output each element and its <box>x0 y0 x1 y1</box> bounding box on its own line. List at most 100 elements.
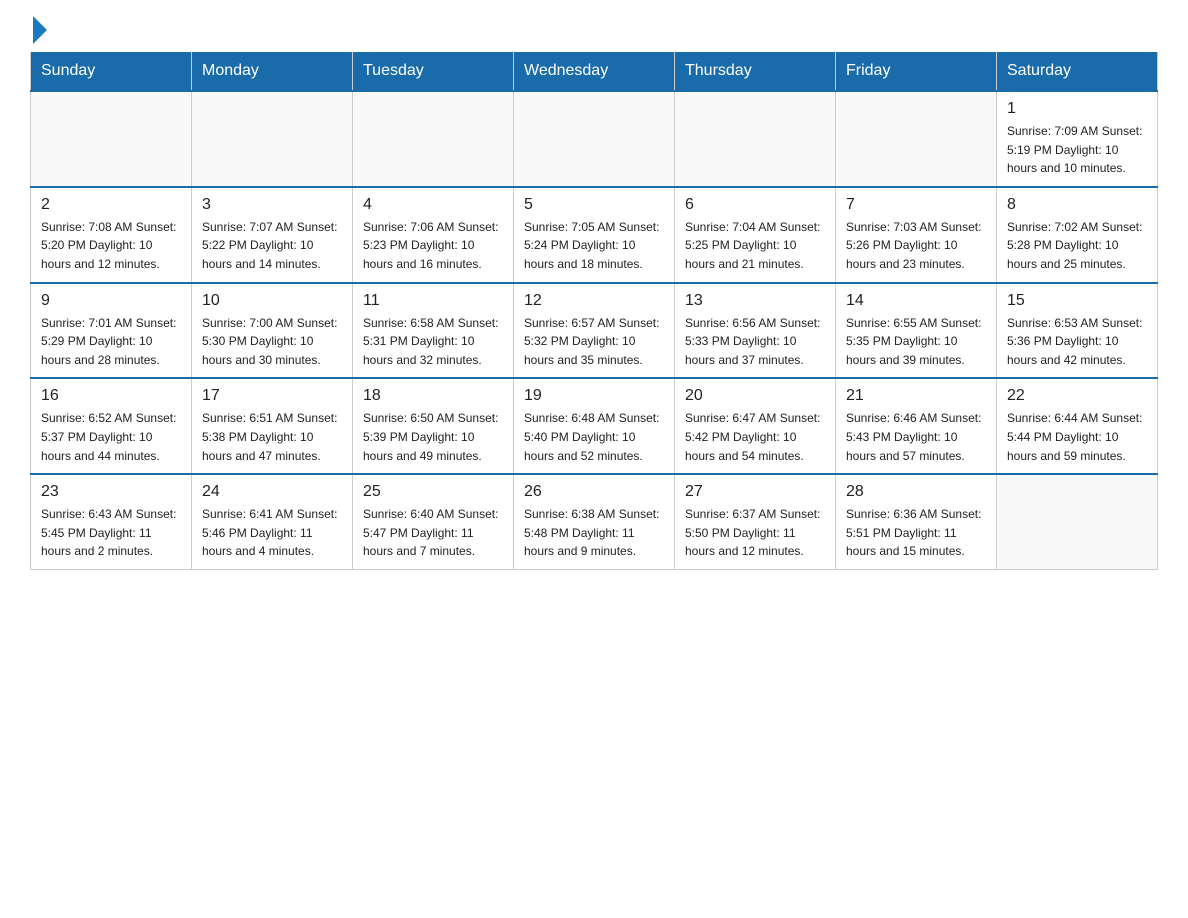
week-row-2: 2 Sunrise: 7:08 AM Sunset: 5:20 PM Daylig… <box>31 187 1158 283</box>
day-info: Sunrise: 7:00 AM Sunset: 5:30 PM Dayligh… <box>202 314 342 370</box>
calendar-cell: 10 Sunrise: 7:00 AM Sunset: 5:30 PM Dayli… <box>192 283 353 379</box>
day-number: 4 <box>363 196 503 214</box>
calendar-table: SundayMondayTuesdayWednesdayThursdayFrid… <box>30 52 1158 570</box>
day-number: 16 <box>41 387 181 405</box>
day-info: Sunrise: 6:46 AM Sunset: 5:43 PM Dayligh… <box>846 409 986 465</box>
calendar-cell: 12 Sunrise: 6:57 AM Sunset: 5:32 PM Dayli… <box>514 283 675 379</box>
calendar-cell: 5Sunrise: 7:05 AM Sunset: 5:24 PM Daylig… <box>514 187 675 283</box>
day-info: Sunrise: 6:47 AM Sunset: 5:42 PM Dayligh… <box>685 409 825 465</box>
calendar-cell <box>353 91 514 187</box>
logo-triangle-icon <box>33 16 47 44</box>
day-info: Sunrise: 6:44 AM Sunset: 5:44 PM Dayligh… <box>1007 409 1147 465</box>
day-info: Sunrise: 7:02 AM Sunset: 5:28 PM Dayligh… <box>1007 218 1147 274</box>
calendar-cell: 16Sunrise: 6:52 AM Sunset: 5:37 PM Dayli… <box>31 378 192 474</box>
weekday-header-thursday: Thursday <box>675 52 836 91</box>
calendar-cell <box>997 474 1158 569</box>
day-number: 12 <box>524 292 664 310</box>
day-number: 7 <box>846 196 986 214</box>
calendar-cell <box>514 91 675 187</box>
weekday-header-wednesday: Wednesday <box>514 52 675 91</box>
calendar-cell: 4 Sunrise: 7:06 AM Sunset: 5:23 PM Daylig… <box>353 187 514 283</box>
day-number: 1 <box>1007 100 1147 118</box>
day-number: 8 <box>1007 196 1147 214</box>
calendar-cell: 25Sunrise: 6:40 AM Sunset: 5:47 PM Dayli… <box>353 474 514 569</box>
day-info: Sunrise: 7:06 AM Sunset: 5:23 PM Dayligh… <box>363 218 503 274</box>
weekday-header-sunday: Sunday <box>31 52 192 91</box>
week-row-3: 9 Sunrise: 7:01 AM Sunset: 5:29 PM Daylig… <box>31 283 1158 379</box>
day-info: Sunrise: 6:55 AM Sunset: 5:35 PM Dayligh… <box>846 314 986 370</box>
calendar-cell: 20 Sunrise: 6:47 AM Sunset: 5:42 PM Dayli… <box>675 378 836 474</box>
calendar-cell <box>192 91 353 187</box>
day-number: 22 <box>1007 387 1147 405</box>
day-number: 13 <box>685 292 825 310</box>
calendar-cell: 8 Sunrise: 7:02 AM Sunset: 5:28 PM Daylig… <box>997 187 1158 283</box>
day-info: Sunrise: 6:48 AM Sunset: 5:40 PM Dayligh… <box>524 409 664 465</box>
calendar-cell: 19 Sunrise: 6:48 AM Sunset: 5:40 PM Dayli… <box>514 378 675 474</box>
calendar-cell: 7 Sunrise: 7:03 AM Sunset: 5:26 PM Daylig… <box>836 187 997 283</box>
calendar-cell: 2 Sunrise: 7:08 AM Sunset: 5:20 PM Daylig… <box>31 187 192 283</box>
day-number: 18 <box>363 387 503 405</box>
day-info: Sunrise: 6:43 AM Sunset: 5:45 PM Dayligh… <box>41 505 181 561</box>
day-number: 9 <box>41 292 181 310</box>
day-number: 24 <box>202 483 342 501</box>
day-info: Sunrise: 7:03 AM Sunset: 5:26 PM Dayligh… <box>846 218 986 274</box>
page-header <box>30 20 1158 42</box>
day-info: Sunrise: 7:08 AM Sunset: 5:20 PM Dayligh… <box>41 218 181 274</box>
day-info: Sunrise: 6:53 AM Sunset: 5:36 PM Dayligh… <box>1007 314 1147 370</box>
week-row-4: 16Sunrise: 6:52 AM Sunset: 5:37 PM Dayli… <box>31 378 1158 474</box>
calendar-cell: 17 Sunrise: 6:51 AM Sunset: 5:38 PM Dayli… <box>192 378 353 474</box>
day-number: 10 <box>202 292 342 310</box>
calendar-cell: 15 Sunrise: 6:53 AM Sunset: 5:36 PM Dayli… <box>997 283 1158 379</box>
calendar-cell: 1 Sunrise: 7:09 AM Sunset: 5:19 PM Daylig… <box>997 91 1158 187</box>
calendar-cell: 9 Sunrise: 7:01 AM Sunset: 5:29 PM Daylig… <box>31 283 192 379</box>
calendar-cell: 18 Sunrise: 6:50 AM Sunset: 5:39 PM Dayli… <box>353 378 514 474</box>
calendar-cell: 13 Sunrise: 6:56 AM Sunset: 5:33 PM Dayli… <box>675 283 836 379</box>
week-row-1: 1 Sunrise: 7:09 AM Sunset: 5:19 PM Daylig… <box>31 91 1158 187</box>
day-number: 14 <box>846 292 986 310</box>
calendar-cell: 28 Sunrise: 6:36 AM Sunset: 5:51 PM Dayli… <box>836 474 997 569</box>
day-number: 11 <box>363 292 503 310</box>
logo <box>30 20 47 42</box>
day-number: 20 <box>685 387 825 405</box>
day-number: 2 <box>41 196 181 214</box>
calendar-cell: 11 Sunrise: 6:58 AM Sunset: 5:31 PM Dayli… <box>353 283 514 379</box>
calendar-cell: 23Sunrise: 6:43 AM Sunset: 5:45 PM Dayli… <box>31 474 192 569</box>
day-info: Sunrise: 7:01 AM Sunset: 5:29 PM Dayligh… <box>41 314 181 370</box>
calendar-cell <box>675 91 836 187</box>
weekday-header-row: SundayMondayTuesdayWednesdayThursdayFrid… <box>31 52 1158 91</box>
day-number: 3 <box>202 196 342 214</box>
weekday-header-friday: Friday <box>836 52 997 91</box>
calendar-cell <box>31 91 192 187</box>
day-number: 21 <box>846 387 986 405</box>
day-number: 6 <box>685 196 825 214</box>
day-info: Sunrise: 6:41 AM Sunset: 5:46 PM Dayligh… <box>202 505 342 561</box>
calendar-cell <box>836 91 997 187</box>
day-info: Sunrise: 6:56 AM Sunset: 5:33 PM Dayligh… <box>685 314 825 370</box>
day-number: 5 <box>524 196 664 214</box>
day-info: Sunrise: 7:07 AM Sunset: 5:22 PM Dayligh… <box>202 218 342 274</box>
day-info: Sunrise: 6:58 AM Sunset: 5:31 PM Dayligh… <box>363 314 503 370</box>
day-info: Sunrise: 6:36 AM Sunset: 5:51 PM Dayligh… <box>846 505 986 561</box>
calendar-cell: 14 Sunrise: 6:55 AM Sunset: 5:35 PM Dayli… <box>836 283 997 379</box>
calendar-cell: 27 Sunrise: 6:37 AM Sunset: 5:50 PM Dayli… <box>675 474 836 569</box>
day-number: 15 <box>1007 292 1147 310</box>
day-number: 26 <box>524 483 664 501</box>
calendar-cell: 24 Sunrise: 6:41 AM Sunset: 5:46 PM Dayli… <box>192 474 353 569</box>
day-info: Sunrise: 6:51 AM Sunset: 5:38 PM Dayligh… <box>202 409 342 465</box>
day-info: Sunrise: 6:37 AM Sunset: 5:50 PM Dayligh… <box>685 505 825 561</box>
day-info: Sunrise: 7:04 AM Sunset: 5:25 PM Dayligh… <box>685 218 825 274</box>
day-number: 27 <box>685 483 825 501</box>
day-number: 19 <box>524 387 664 405</box>
calendar-cell: 6 Sunrise: 7:04 AM Sunset: 5:25 PM Daylig… <box>675 187 836 283</box>
calendar-cell: 21 Sunrise: 6:46 AM Sunset: 5:43 PM Dayli… <box>836 378 997 474</box>
day-info: Sunrise: 6:40 AM Sunset: 5:47 PM Dayligh… <box>363 505 503 561</box>
week-row-5: 23Sunrise: 6:43 AM Sunset: 5:45 PM Dayli… <box>31 474 1158 569</box>
weekday-header-tuesday: Tuesday <box>353 52 514 91</box>
day-info: Sunrise: 6:38 AM Sunset: 5:48 PM Dayligh… <box>524 505 664 561</box>
day-number: 17 <box>202 387 342 405</box>
logo-general-text <box>30 20 47 44</box>
day-info: Sunrise: 6:57 AM Sunset: 5:32 PM Dayligh… <box>524 314 664 370</box>
day-info: Sunrise: 6:50 AM Sunset: 5:39 PM Dayligh… <box>363 409 503 465</box>
day-info: Sunrise: 7:09 AM Sunset: 5:19 PM Dayligh… <box>1007 122 1147 178</box>
day-number: 28 <box>846 483 986 501</box>
